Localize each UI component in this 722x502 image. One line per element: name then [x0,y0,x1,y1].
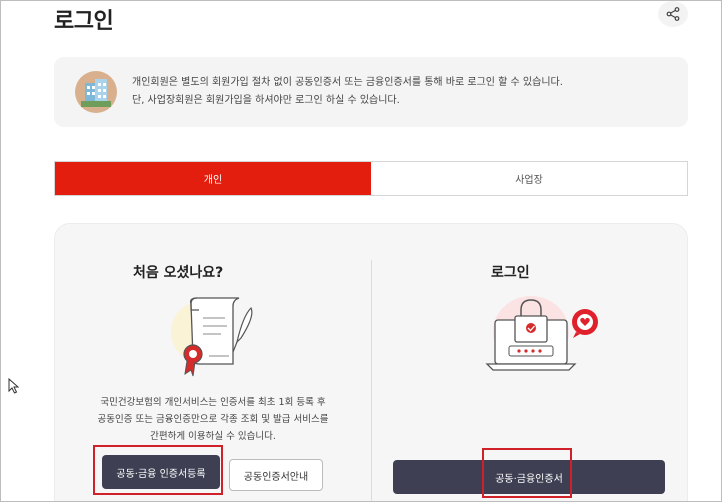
page-frame: 로그인 개인회원은 별도의 회원가입 절차 없이 공동인증서 또는 금융인증서를… [0,0,722,502]
building-icon [75,71,117,113]
desc-line-2: 공동인증 또는 금융인증만으로 각종 조회 및 발급 서비스를 [97,414,329,425]
laptop-lock-illustration [485,296,598,371]
desc-line-3: 간편하게 이용하실 수 있습니다. [150,431,276,442]
tab-business[interactable]: 사업장 [371,162,687,195]
member-type-tabs: 개인 사업장 [54,161,688,196]
notice-line-2: 단, 사업장회원은 회원가입을 하셔야만 로그인 하실 수 있습니다. [132,95,400,106]
highlight-register-button [93,445,223,495]
share-button[interactable] [658,1,688,27]
certificate-guide-button[interactable]: 공동인증서안내 [229,459,323,491]
heart-chat-icon [572,309,598,338]
mouse-cursor-icon [8,378,20,394]
tab-personal[interactable]: 개인 [55,162,371,195]
first-visit-title: 처음 오셨나요? [133,265,224,281]
panel-divider [371,260,372,501]
service-description: 국민건강보험의 개인서비스는 인증서를 최초 1회 등록 후 공동인증 또는 금… [73,394,353,445]
notice-box: 개인회원은 별도의 회원가입 절차 없이 공동인증서 또는 금융인증서를 통해 … [54,57,688,127]
login-title: 로그인 [491,265,530,281]
notice-text: 개인회원은 별도의 회원가입 절차 없이 공동인증서 또는 금융인증서를 통해 … [132,74,563,110]
page-title: 로그인 [54,9,114,34]
highlight-login-button [482,448,572,498]
desc-line-1: 국민건강보험의 개인서비스는 인증서를 최초 1회 등록 후 [100,397,326,408]
notice-line-1: 개인회원은 별도의 회원가입 절차 없이 공동인증서 또는 금융인증서를 통해 … [132,77,563,88]
certificate-illustration [171,297,253,377]
share-icon [666,7,680,21]
